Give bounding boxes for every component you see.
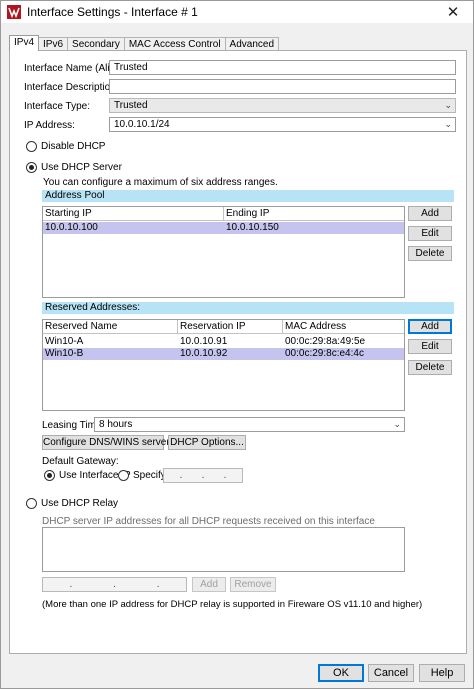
leasing-time-select[interactable]: 8 hours ⌄: [94, 417, 405, 432]
specify-gateway-radio[interactable]: [118, 470, 129, 481]
ok-button[interactable]: OK: [318, 664, 364, 682]
interface-type-label: Interface Type:: [24, 101, 90, 112]
title-bar: Interface Settings - Interface # 1 ✕: [1, 1, 473, 23]
ip-dot: .: [201, 470, 205, 481]
disable-dhcp-option[interactable]: Disable DHCP: [26, 141, 105, 152]
mac-address-cell: 00:0c:29:8c:e4:4c: [285, 348, 364, 359]
gateway-ip-input[interactable]: . . .: [163, 468, 243, 483]
close-icon[interactable]: ✕: [433, 1, 473, 23]
ip-address-label: IP Address:: [24, 120, 75, 131]
use-interface-ip-radio[interactable]: [44, 470, 55, 481]
interface-name-input[interactable]: Trusted: [109, 60, 456, 75]
ending-ip-cell: 10.0.10.150: [226, 222, 279, 233]
watchguard-app-icon: [7, 5, 21, 19]
tab-ipv6[interactable]: IPv6: [38, 37, 69, 51]
reserved-addresses-header: Reserved Addresses:: [42, 302, 454, 314]
use-dhcp-relay-label: Use DHCP Relay: [41, 498, 119, 509]
interface-description-label: Interface Description:: [24, 82, 119, 93]
column-reserved-name[interactable]: Reserved Name: [43, 320, 178, 334]
reserved-name-cell: Win10-B: [45, 348, 84, 359]
reservation-ip-cell: 10.0.10.92: [180, 348, 228, 359]
address-pool-delete-button[interactable]: Delete: [408, 246, 452, 261]
ip-dot: .: [69, 579, 73, 590]
use-dhcp-server-label: Use DHCP Server: [41, 162, 122, 173]
reserved-edit-button[interactable]: Edit: [408, 339, 452, 354]
interface-type-value: Trusted: [114, 100, 148, 111]
starting-ip-cell: 10.0.10.100: [45, 222, 98, 233]
dhcp-options-button[interactable]: DHCP Options...: [168, 435, 246, 450]
reserved-delete-button[interactable]: Delete: [408, 360, 452, 375]
window-title: Interface Settings - Interface # 1: [27, 5, 198, 19]
tab-strip: IPv4 IPv6 Secondary MAC Access Control A…: [9, 35, 280, 51]
interface-settings-dialog: Interface Settings - Interface # 1 ✕ IPv…: [0, 0, 474, 689]
chevron-down-icon: ⌄: [393, 419, 401, 429]
address-pool-header: Address Pool: [42, 190, 454, 202]
ip-dot: .: [179, 470, 183, 481]
reserved-add-button[interactable]: Add: [408, 319, 452, 334]
default-gateway-label: Default Gateway:: [42, 456, 119, 467]
disable-dhcp-radio[interactable]: [26, 141, 37, 152]
tab-advanced[interactable]: Advanced: [224, 37, 280, 51]
relay-server-list[interactable]: [42, 527, 405, 572]
interface-type-select[interactable]: Trusted ⌄: [109, 98, 456, 113]
disable-dhcp-label: Disable DHCP: [41, 141, 106, 152]
ip-address-value: 10.0.10.1/24: [114, 119, 170, 130]
interface-description-input[interactable]: [109, 79, 456, 94]
column-ending-ip[interactable]: Ending IP: [224, 207, 404, 221]
reservation-ip-cell: 10.0.10.91: [180, 336, 228, 347]
address-range-note: You can configure a maximum of six addre…: [43, 177, 278, 188]
chevron-down-icon: ⌄: [444, 100, 452, 110]
specify-gateway-option[interactable]: Specify: [118, 470, 166, 481]
relay-remove-button[interactable]: Remove: [230, 577, 276, 592]
reserved-table-header: Reserved Name Reservation IP MAC Address: [43, 320, 404, 334]
help-button[interactable]: Help: [419, 664, 465, 682]
use-dhcp-server-option[interactable]: Use DHCP Server: [26, 162, 122, 173]
column-starting-ip[interactable]: Starting IP: [43, 207, 224, 221]
ipv4-panel: Interface Name (Alias): Trusted Interfac…: [9, 50, 467, 654]
use-dhcp-relay-radio[interactable]: [26, 498, 37, 509]
address-pool-add-button[interactable]: Add: [408, 206, 452, 221]
chevron-down-icon: ⌄: [444, 119, 452, 129]
table-row[interactable]: Win10-B 10.0.10.92 00:0c:29:8c:e4:4c: [43, 348, 404, 360]
ip-address-combo[interactable]: 10.0.10.1/24 ⌄: [109, 117, 456, 132]
relay-server-note: DHCP server IP addresses for all DHCP re…: [42, 516, 375, 527]
relay-version-footnote: (More than one IP address for DHCP relay…: [42, 599, 423, 610]
use-dhcp-server-radio[interactable]: [26, 162, 37, 173]
configure-dns-wins-button[interactable]: Configure DNS/WINS servers: [42, 435, 175, 450]
use-dhcp-relay-option[interactable]: Use DHCP Relay: [26, 498, 118, 509]
address-pool-table-header: Starting IP Ending IP: [43, 207, 404, 221]
ip-dot: .: [156, 579, 160, 590]
specify-gateway-label: Specify: [133, 470, 166, 481]
column-reservation-ip[interactable]: Reservation IP: [178, 320, 283, 334]
column-mac-address[interactable]: MAC Address: [283, 320, 404, 334]
mac-address-cell: 00:0c:29:8a:49:5e: [285, 336, 366, 347]
relay-add-button[interactable]: Add: [192, 577, 226, 592]
address-pool-edit-button[interactable]: Edit: [408, 226, 452, 241]
tab-ipv4[interactable]: IPv4: [9, 35, 40, 51]
tab-secondary[interactable]: Secondary: [67, 37, 125, 51]
leasing-time-label: Leasing Time: [42, 420, 102, 431]
table-row[interactable]: Win10-A 10.0.10.91 00:0c:29:8a:49:5e: [43, 336, 404, 348]
address-pool-table: Starting IP Ending IP 10.0.10.100 10.0.1…: [42, 206, 405, 298]
leasing-time-value: 8 hours: [99, 419, 133, 430]
table-row[interactable]: 10.0.10.100 10.0.10.150: [43, 222, 404, 234]
ip-dot: .: [113, 579, 116, 590]
cancel-button[interactable]: Cancel: [368, 664, 414, 682]
reserved-addresses-table: Reserved Name Reservation IP MAC Address…: [42, 319, 405, 411]
ip-dot: .: [223, 470, 227, 481]
relay-ip-input[interactable]: . . .: [42, 577, 187, 592]
reserved-name-cell: Win10-A: [45, 336, 84, 347]
tab-mac-access-control[interactable]: MAC Access Control: [123, 37, 226, 51]
